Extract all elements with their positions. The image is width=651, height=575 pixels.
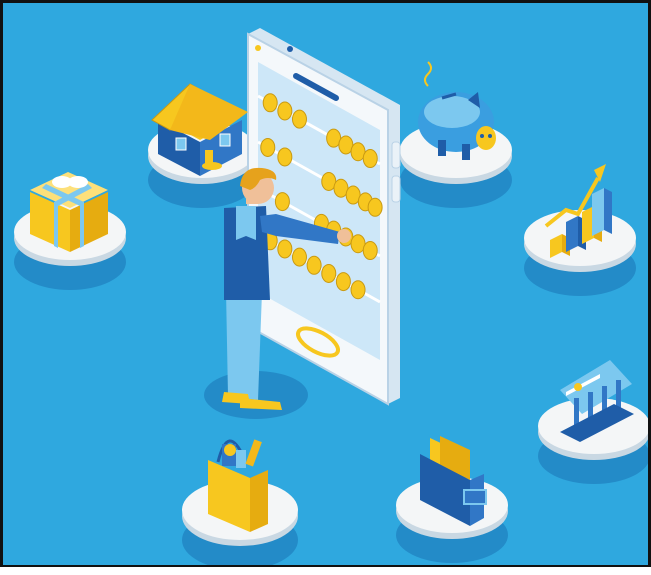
abacus-bead: [350, 280, 366, 300]
abacus-bead: [291, 247, 307, 267]
abacus-bead: [277, 147, 293, 167]
finance-illustration: [0, 0, 651, 575]
abacus-bead: [262, 93, 278, 113]
bank-platform: [538, 398, 650, 484]
abacus-bead: [277, 101, 293, 121]
abacus-bead: [362, 241, 378, 261]
abacus-bead: [306, 255, 322, 275]
abacus-bead: [335, 272, 351, 292]
abacus-bead: [260, 137, 276, 157]
abacus-bead: [362, 149, 378, 169]
abacus-bead: [274, 192, 290, 212]
abacus-bead: [321, 263, 337, 283]
abacus-bead: [291, 109, 307, 129]
abacus-bead: [367, 197, 383, 217]
abacus-bead: [277, 239, 293, 259]
frame-bottom-band: [0, 566, 651, 575]
